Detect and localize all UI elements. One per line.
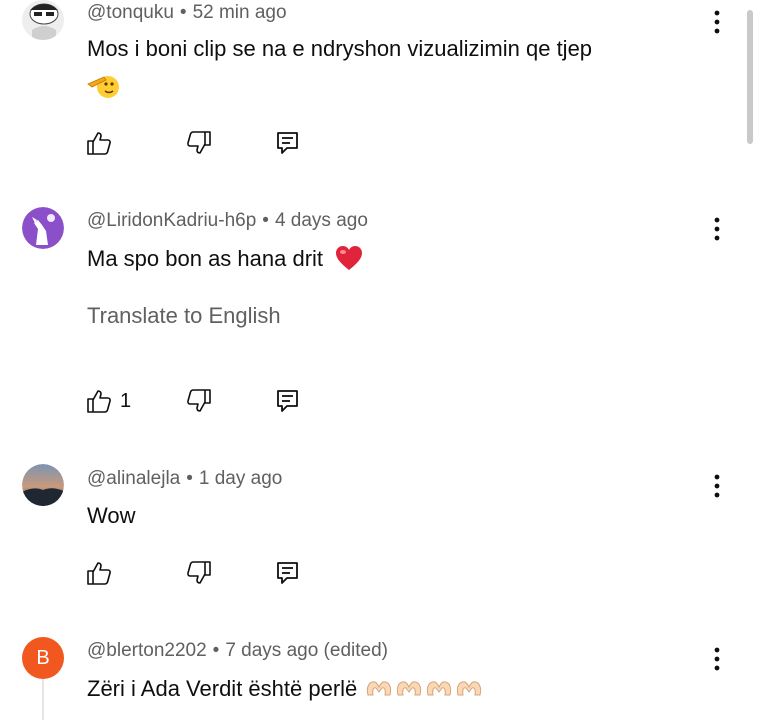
more-vert-icon (714, 217, 720, 241)
comment-time[interactable]: 52 min ago (193, 2, 287, 23)
avatar-letter: B (36, 646, 50, 669)
meta-separator: • (179, 2, 187, 23)
dislike-button[interactable] (186, 560, 212, 591)
like-icon (87, 132, 111, 155)
comment-meta: @LiridonKadriu-h6p • 4 days ago (87, 210, 368, 232)
meta-separator: • (212, 640, 220, 661)
comment-text-row: Ma spo bon as hana drit (87, 245, 363, 277)
like-button[interactable] (86, 130, 112, 161)
reply-button[interactable] (275, 560, 301, 591)
more-options-button[interactable] (707, 215, 727, 243)
translate-link[interactable]: Translate to English (87, 303, 281, 329)
like-button[interactable] (86, 388, 112, 419)
comment-author[interactable]: @alinalejla (87, 468, 180, 489)
comment-time[interactable]: 7 days ago (edited) (225, 640, 388, 661)
comment-meta: @tonquku • 52 min ago (87, 2, 287, 24)
comment-author[interactable]: @LiridonKadriu-h6p (87, 210, 256, 231)
dislike-icon (187, 389, 211, 412)
avatar[interactable] (22, 0, 64, 40)
comment-text-row: Zëri i Ada Verdit është perlë (87, 676, 485, 705)
comment-time[interactable]: 1 day ago (199, 468, 282, 489)
more-options-button[interactable] (707, 472, 727, 500)
comment-author[interactable]: @blerton2202 (87, 640, 207, 661)
dislike-icon (187, 561, 211, 584)
comment-time[interactable]: 4 days ago (275, 210, 368, 231)
comment-text: Ma spo bon as hana drit (87, 246, 324, 271)
reply-button[interactable] (275, 130, 301, 161)
reply-button[interactable] (275, 388, 301, 419)
like-button[interactable] (86, 560, 112, 591)
avatar[interactable] (22, 464, 64, 506)
meta-separator: • (262, 210, 269, 231)
avatar[interactable]: B (22, 637, 64, 679)
avatar[interactable] (22, 207, 64, 249)
more-options-button[interactable] (707, 8, 727, 36)
saluting-face-emoji-icon (86, 72, 122, 107)
more-vert-icon (714, 647, 720, 671)
heart-emoji-icon (335, 245, 363, 277)
like-icon (87, 390, 111, 413)
dislike-button[interactable] (186, 388, 212, 419)
comment-text: Zëri i Ada Verdit është perlë (87, 676, 358, 701)
heart-hands-emoji-icon (365, 677, 485, 705)
more-vert-icon (714, 10, 720, 34)
more-options-button[interactable] (707, 645, 727, 673)
scrollbar[interactable] (747, 10, 753, 144)
dislike-icon (187, 131, 211, 154)
dislike-button[interactable] (186, 130, 212, 161)
more-vert-icon (714, 474, 720, 498)
comment-text: Wow (87, 503, 136, 528)
like-count: 1 (120, 390, 132, 412)
reply-icon (277, 390, 298, 412)
thread-line (42, 676, 44, 720)
comment-text: Mos i boni clip se na e ndryshon vizuali… (87, 36, 593, 61)
comment-meta: @alinalejla • 1 day ago (87, 468, 282, 490)
comment-meta: @blerton2202 • 7 days ago (edited) (87, 640, 388, 662)
like-icon (87, 562, 111, 585)
meta-separator: • (186, 468, 193, 489)
comment-author[interactable]: @tonquku (87, 2, 174, 23)
reply-icon (277, 562, 298, 584)
reply-icon (277, 132, 298, 154)
